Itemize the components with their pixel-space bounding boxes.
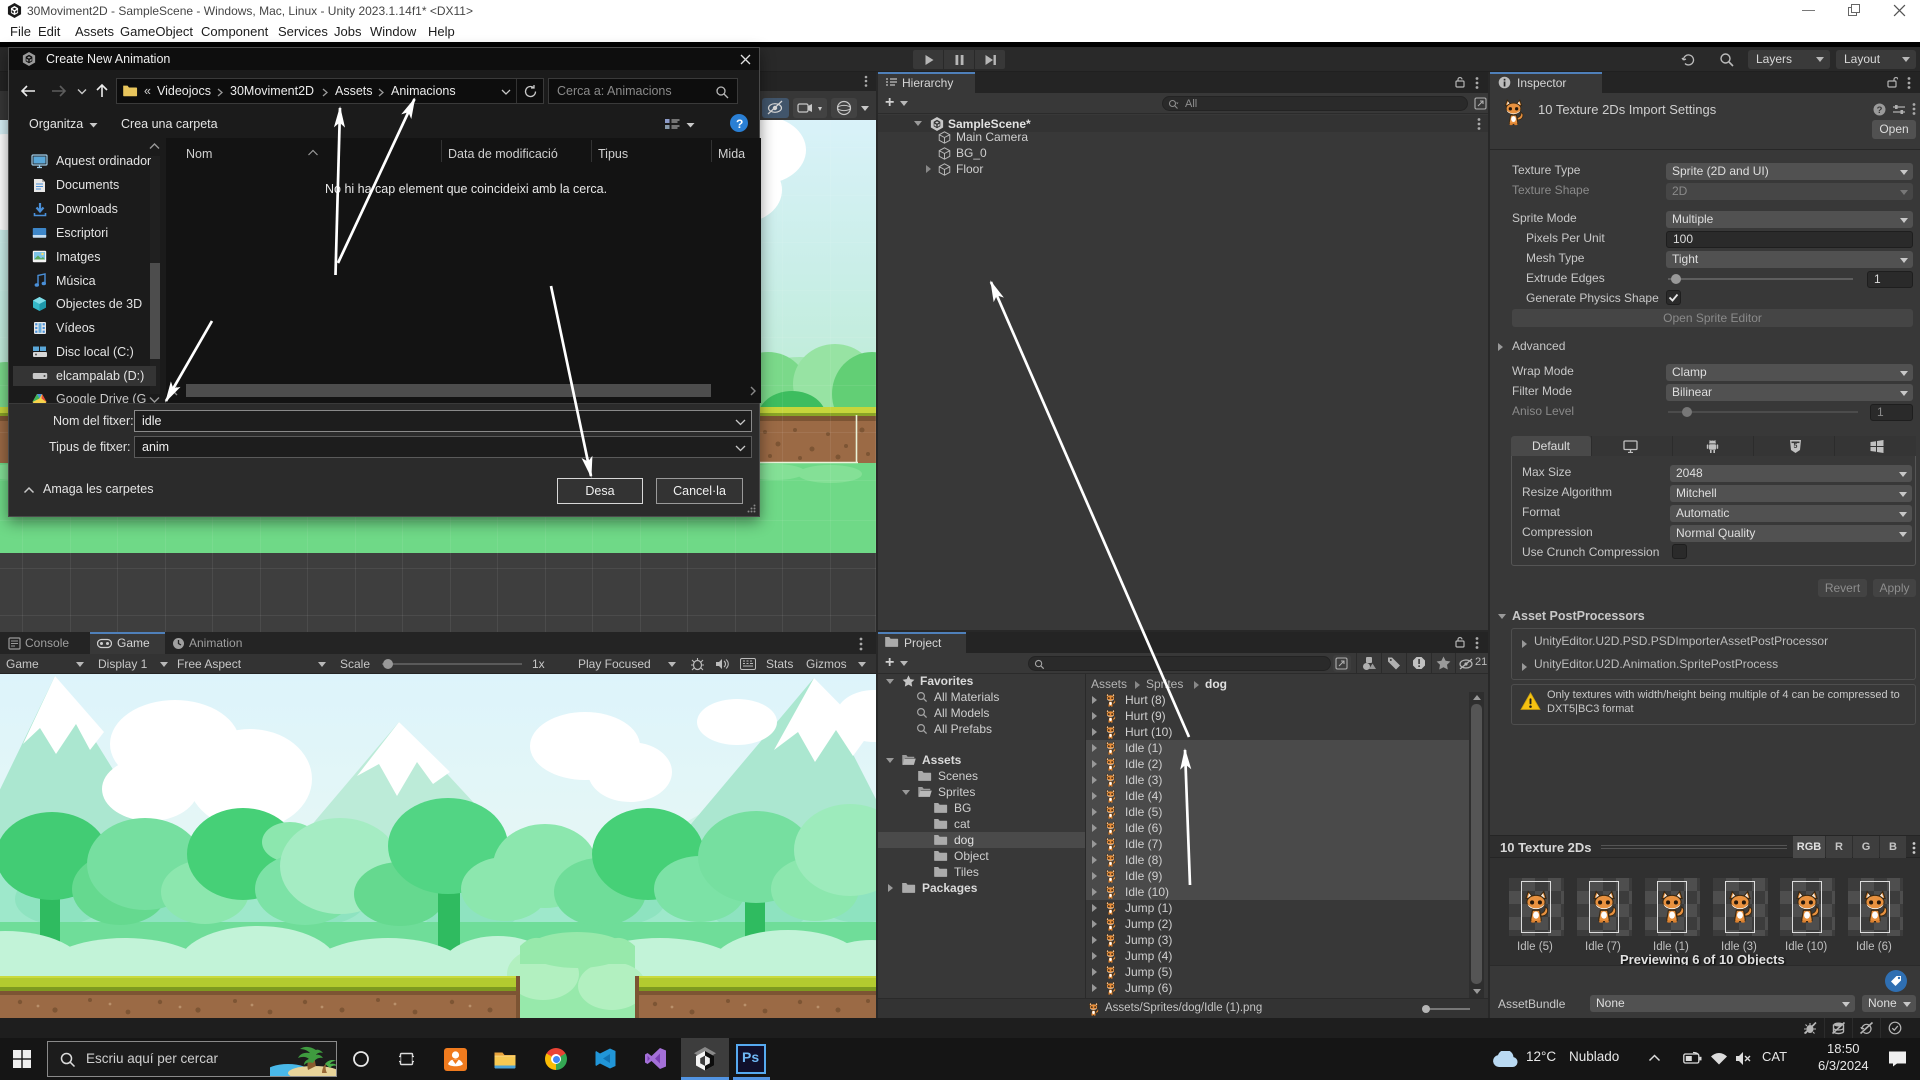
svg-text:?: ? <box>1877 105 1883 116</box>
svg-text:5: 5 <box>1794 443 1798 450</box>
